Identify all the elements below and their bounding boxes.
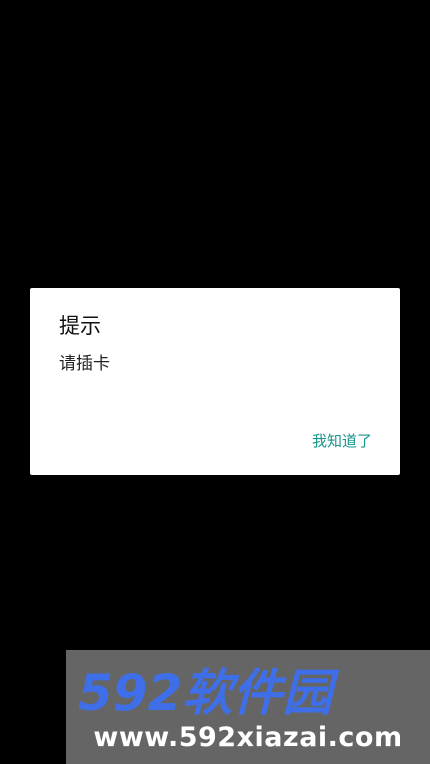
watermark-logo: 592软件园 <box>78 664 339 720</box>
alert-dialog: 提示 请插卡 我知道了 <box>30 288 400 475</box>
watermark-url: www.592xiazai.com <box>93 722 403 753</box>
watermark-logo-text: 592软件园 <box>78 664 339 720</box>
screen: 提示 请插卡 我知道了 592软件园 www.592xiazai.com <box>0 0 430 764</box>
dialog-message: 请插卡 <box>59 354 110 374</box>
dialog-title: 提示 <box>59 314 101 338</box>
watermark: 592软件园 www.592xiazai.com <box>66 650 430 764</box>
confirm-button[interactable]: 我知道了 <box>312 430 372 452</box>
